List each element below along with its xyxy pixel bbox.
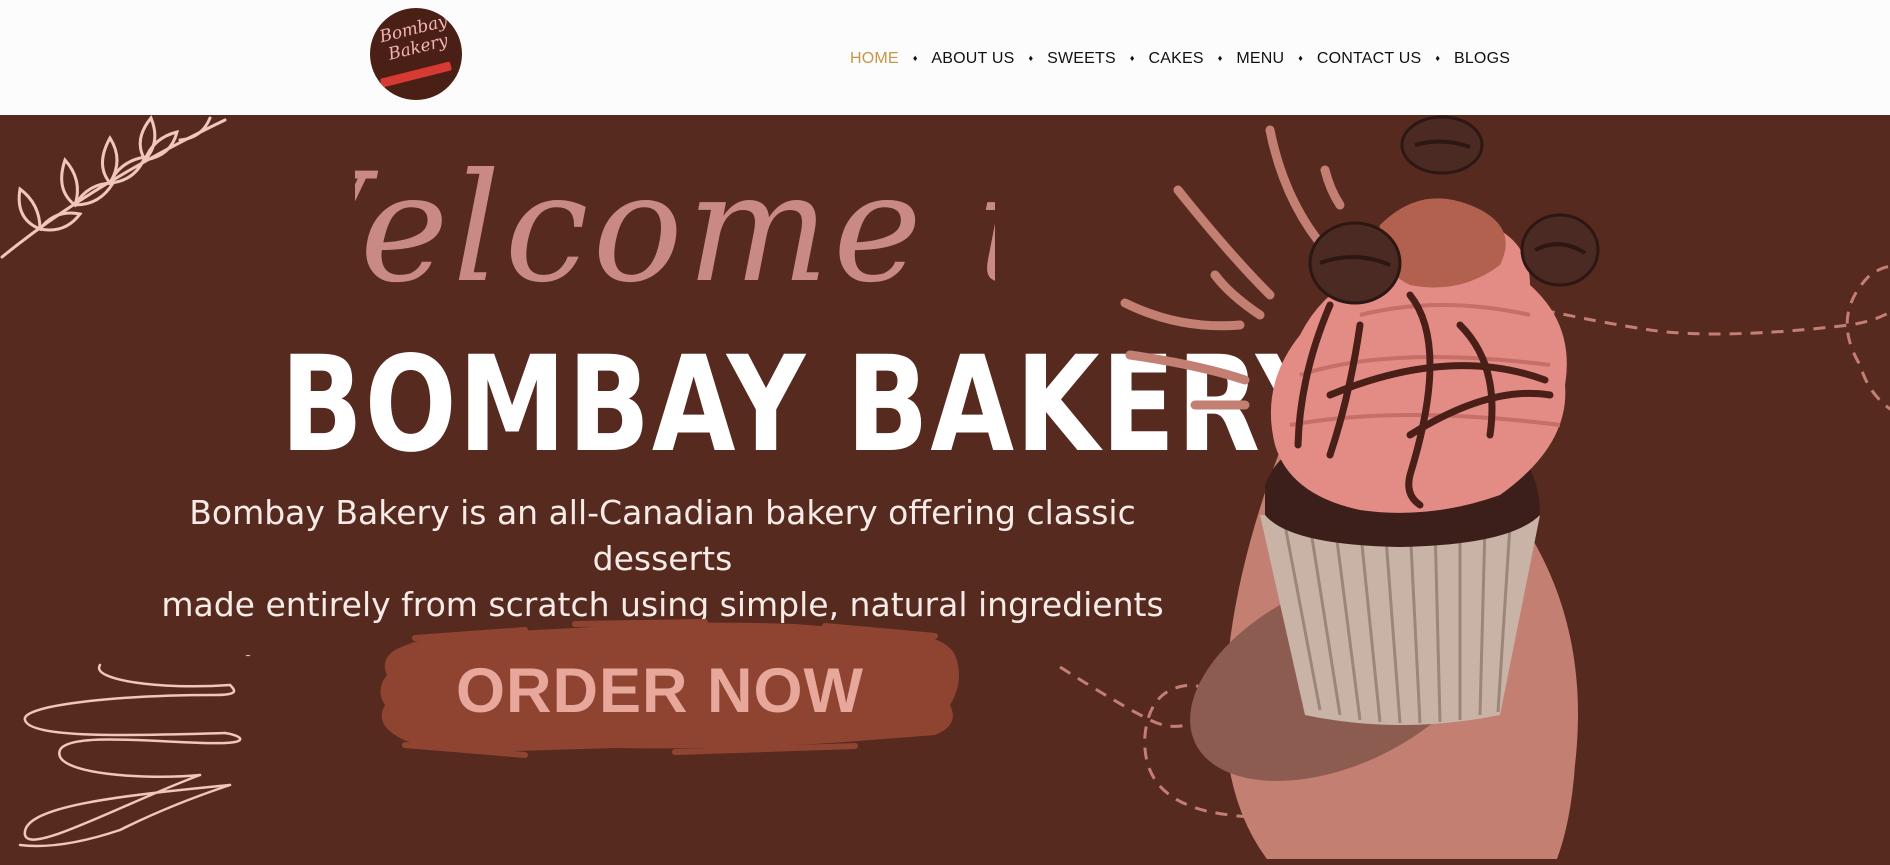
nav-menu[interactable]: MENU (1236, 50, 1284, 68)
tagline: Bombay Bakery is an all-Canadian bakery … (140, 490, 1185, 628)
nav-separator: ♦ (1435, 53, 1440, 63)
squiggle-icon (18, 655, 251, 848)
logo-text: Bombay Bakery (377, 11, 451, 65)
main-nav: HOME ♦ ABOUT US ♦ SWEETS ♦ CAKES ♦ MENU … (850, 47, 1510, 71)
logo[interactable]: Bombay Bakery (370, 8, 462, 100)
order-now-button[interactable]: ORDER NOW (375, 610, 965, 785)
nav-separator: ♦ (1217, 53, 1223, 63)
nav-separator: ♦ (1298, 53, 1303, 63)
order-now-label: ORDER NOW (456, 656, 864, 726)
nav-about-us[interactable]: ABOUT US (931, 50, 1014, 68)
nav-sweets[interactable]: SWEETS (1047, 50, 1116, 68)
hero-section: Welcome to BOMBAY BAKERY Bombay Bakery i… (0, 115, 1890, 859)
cupcake-image (1059, 115, 1890, 859)
nav-contact-us[interactable]: CONTACT US (1317, 50, 1422, 68)
nav-separator: ♦ (912, 53, 918, 63)
tagline-line-1: Bombay Bakery is an all-Canadian bakery … (189, 493, 1136, 578)
welcome-text: Welcome to (355, 142, 995, 316)
brand-title: BOMBAY BAKERY (280, 328, 1336, 482)
nav-separator: ♦ (1129, 53, 1135, 63)
nav-separator: ♦ (1028, 53, 1034, 63)
logo-ribbon (379, 61, 453, 88)
welcome-script: Welcome to (355, 142, 995, 316)
leaf-branch-icon (0, 115, 227, 259)
nav-home[interactable]: HOME (850, 50, 899, 68)
site-header: Bombay Bakery HOME ♦ ABOUT US ♦ SWEETS ♦… (0, 0, 1890, 115)
nav-cakes[interactable]: CAKES (1148, 50, 1203, 68)
nav-blogs[interactable]: BLOGS (1454, 50, 1510, 68)
